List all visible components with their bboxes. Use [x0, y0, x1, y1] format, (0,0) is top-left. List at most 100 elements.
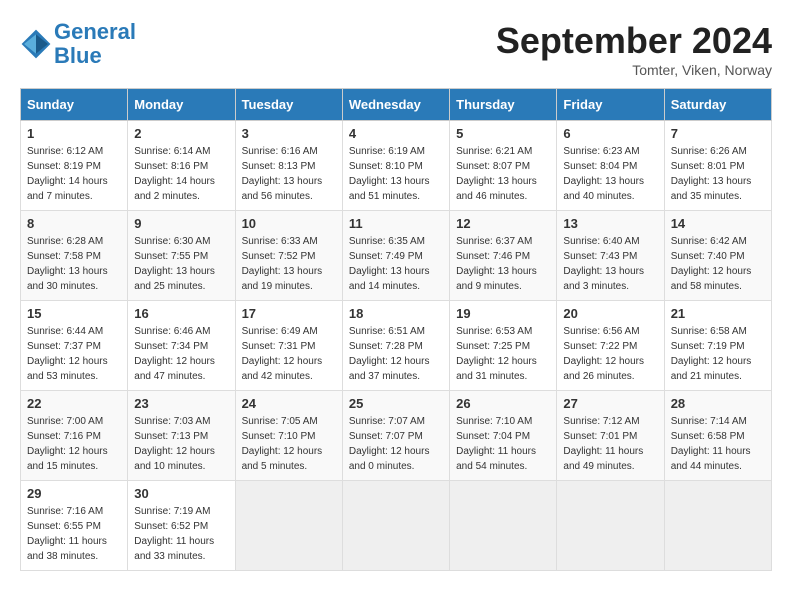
day-info: Sunrise: 6:21 AM Sunset: 8:07 PM Dayligh… — [456, 144, 550, 204]
header-day-monday: Monday — [128, 89, 235, 121]
day-number: 6 — [563, 126, 657, 141]
calendar-cell: 3Sunrise: 6:16 AM Sunset: 8:13 PM Daylig… — [235, 121, 342, 211]
day-info: Sunrise: 6:49 AM Sunset: 7:31 PM Dayligh… — [242, 324, 336, 384]
day-info: Sunrise: 6:23 AM Sunset: 8:04 PM Dayligh… — [563, 144, 657, 204]
calendar-cell: 10 Sunrise: 6:33 AM Sunset: 7:52 PM Dayli… — [235, 211, 342, 301]
logo-icon — [20, 28, 52, 60]
day-info: Sunrise: 6:30 AM Sunset: 7:55 PM Dayligh… — [134, 234, 228, 294]
day-info: Sunrise: 7:19 AM Sunset: 6:52 PM Dayligh… — [134, 504, 228, 564]
header-day-sunday: Sunday — [21, 89, 128, 121]
calendar-cell: 21Sunrise: 6:58 AM Sunset: 7:19 PM Dayli… — [664, 301, 771, 391]
calendar-cell — [450, 481, 557, 571]
page-header: General Blue September 2024 Tomter, Vike… — [20, 20, 772, 78]
calendar-cell: 15 Sunrise: 6:44 AM Sunset: 7:37 PM Dayli… — [21, 301, 128, 391]
week-row-4: 22 Sunrise: 7:00 AM Sunset: 7:16 PM Dayli… — [21, 391, 772, 481]
calendar-cell: 25Sunrise: 7:07 AM Sunset: 7:07 PM Dayli… — [342, 391, 449, 481]
calendar-cell: 20 Sunrise: 6:56 AM Sunset: 7:22 PM Dayli… — [557, 301, 664, 391]
header-row: SundayMondayTuesdayWednesdayThursdayFrid… — [21, 89, 772, 121]
calendar-cell: 5 Sunrise: 6:21 AM Sunset: 8:07 PM Daylig… — [450, 121, 557, 211]
day-number: 20 — [563, 306, 657, 321]
day-info: Sunrise: 6:51 AM Sunset: 7:28 PM Dayligh… — [349, 324, 443, 384]
day-info: Sunrise: 6:19 AM Sunset: 8:10 PM Dayligh… — [349, 144, 443, 204]
calendar-cell: 28 Sunrise: 7:14 AM Sunset: 6:58 PM Dayli… — [664, 391, 771, 481]
calendar-cell — [235, 481, 342, 571]
day-number: 23 — [134, 396, 228, 411]
day-number: 16 — [134, 306, 228, 321]
calendar-cell: 29 Sunrise: 7:16 AM Sunset: 6:55 PM Dayli… — [21, 481, 128, 571]
calendar-cell — [342, 481, 449, 571]
day-number: 12 — [456, 216, 550, 231]
day-number: 22 — [27, 396, 121, 411]
calendar-cell: 2 Sunrise: 6:14 AM Sunset: 8:16 PM Daylig… — [128, 121, 235, 211]
day-number: 24 — [242, 396, 336, 411]
day-info: Sunrise: 6:16 AM Sunset: 8:13 PM Dayligh… — [242, 144, 336, 204]
day-number: 11 — [349, 216, 443, 231]
logo-line2: Blue — [54, 43, 102, 68]
day-info: Sunrise: 6:44 AM Sunset: 7:37 PM Dayligh… — [27, 324, 121, 384]
logo: General Blue — [20, 20, 136, 68]
day-info: Sunrise: 7:07 AM Sunset: 7:07 PM Dayligh… — [349, 414, 443, 474]
calendar-cell: 24 Sunrise: 7:05 AM Sunset: 7:10 PM Dayli… — [235, 391, 342, 481]
day-info: Sunrise: 6:46 AM Sunset: 7:34 PM Dayligh… — [134, 324, 228, 384]
day-info: Sunrise: 6:37 AM Sunset: 7:46 PM Dayligh… — [456, 234, 550, 294]
title-block: September 2024 Tomter, Viken, Norway — [496, 20, 772, 78]
calendar-cell: 14 Sunrise: 6:42 AM Sunset: 7:40 PM Dayli… — [664, 211, 771, 301]
calendar-cell: 7 Sunrise: 6:26 AM Sunset: 8:01 PM Daylig… — [664, 121, 771, 211]
day-info: Sunrise: 7:05 AM Sunset: 7:10 PM Dayligh… — [242, 414, 336, 474]
calendar-cell: 26 Sunrise: 7:10 AM Sunset: 7:04 PM Dayli… — [450, 391, 557, 481]
day-number: 17 — [242, 306, 336, 321]
day-number: 15 — [27, 306, 121, 321]
day-info: Sunrise: 6:42 AM Sunset: 7:40 PM Dayligh… — [671, 234, 765, 294]
day-info: Sunrise: 7:14 AM Sunset: 6:58 PM Dayligh… — [671, 414, 765, 474]
calendar-cell: 23 Sunrise: 7:03 AM Sunset: 7:13 PM Dayli… — [128, 391, 235, 481]
header-day-tuesday: Tuesday — [235, 89, 342, 121]
calendar-cell: 22 Sunrise: 7:00 AM Sunset: 7:16 PM Dayli… — [21, 391, 128, 481]
day-info: Sunrise: 7:16 AM Sunset: 6:55 PM Dayligh… — [27, 504, 121, 564]
day-info: Sunrise: 7:12 AM Sunset: 7:01 PM Dayligh… — [563, 414, 657, 474]
week-row-3: 15 Sunrise: 6:44 AM Sunset: 7:37 PM Dayli… — [21, 301, 772, 391]
day-info: Sunrise: 6:33 AM Sunset: 7:52 PM Dayligh… — [242, 234, 336, 294]
calendar-cell: 12 Sunrise: 6:37 AM Sunset: 7:46 PM Dayli… — [450, 211, 557, 301]
day-number: 14 — [671, 216, 765, 231]
header-day-wednesday: Wednesday — [342, 89, 449, 121]
calendar-cell: 8Sunrise: 6:28 AM Sunset: 7:58 PM Daylig… — [21, 211, 128, 301]
calendar-cell: 13Sunrise: 6:40 AM Sunset: 7:43 PM Dayli… — [557, 211, 664, 301]
location: Tomter, Viken, Norway — [496, 62, 772, 78]
day-number: 26 — [456, 396, 550, 411]
day-number: 5 — [456, 126, 550, 141]
week-row-2: 8Sunrise: 6:28 AM Sunset: 7:58 PM Daylig… — [21, 211, 772, 301]
day-number: 10 — [242, 216, 336, 231]
day-number: 4 — [349, 126, 443, 141]
calendar-table: SundayMondayTuesdayWednesdayThursdayFrid… — [20, 88, 772, 571]
day-number: 9 — [134, 216, 228, 231]
day-number: 29 — [27, 486, 121, 501]
day-info: Sunrise: 7:10 AM Sunset: 7:04 PM Dayligh… — [456, 414, 550, 474]
day-number: 7 — [671, 126, 765, 141]
calendar-cell: 9 Sunrise: 6:30 AM Sunset: 7:55 PM Daylig… — [128, 211, 235, 301]
day-info: Sunrise: 6:26 AM Sunset: 8:01 PM Dayligh… — [671, 144, 765, 204]
calendar-cell: 17 Sunrise: 6:49 AM Sunset: 7:31 PM Dayli… — [235, 301, 342, 391]
month-title: September 2024 — [496, 20, 772, 62]
day-number: 28 — [671, 396, 765, 411]
day-number: 2 — [134, 126, 228, 141]
calendar-cell: 4 Sunrise: 6:19 AM Sunset: 8:10 PM Daylig… — [342, 121, 449, 211]
header-day-saturday: Saturday — [664, 89, 771, 121]
day-info: Sunrise: 6:56 AM Sunset: 7:22 PM Dayligh… — [563, 324, 657, 384]
day-info: Sunrise: 7:00 AM Sunset: 7:16 PM Dayligh… — [27, 414, 121, 474]
day-number: 19 — [456, 306, 550, 321]
day-info: Sunrise: 6:12 AM Sunset: 8:19 PM Dayligh… — [27, 144, 121, 204]
day-number: 21 — [671, 306, 765, 321]
day-info: Sunrise: 6:40 AM Sunset: 7:43 PM Dayligh… — [563, 234, 657, 294]
day-info: Sunrise: 6:14 AM Sunset: 8:16 PM Dayligh… — [134, 144, 228, 204]
calendar-cell: 1 Sunrise: 6:12 AM Sunset: 8:19 PM Daylig… — [21, 121, 128, 211]
day-number: 1 — [27, 126, 121, 141]
calendar-cell: 19 Sunrise: 6:53 AM Sunset: 7:25 PM Dayli… — [450, 301, 557, 391]
day-info: Sunrise: 6:53 AM Sunset: 7:25 PM Dayligh… — [456, 324, 550, 384]
day-info: Sunrise: 7:03 AM Sunset: 7:13 PM Dayligh… — [134, 414, 228, 474]
calendar-cell — [557, 481, 664, 571]
week-row-5: 29 Sunrise: 7:16 AM Sunset: 6:55 PM Dayli… — [21, 481, 772, 571]
header-day-friday: Friday — [557, 89, 664, 121]
day-number: 18 — [349, 306, 443, 321]
calendar-cell: 6 Sunrise: 6:23 AM Sunset: 8:04 PM Daylig… — [557, 121, 664, 211]
calendar-cell: 16 Sunrise: 6:46 AM Sunset: 7:34 PM Dayli… — [128, 301, 235, 391]
